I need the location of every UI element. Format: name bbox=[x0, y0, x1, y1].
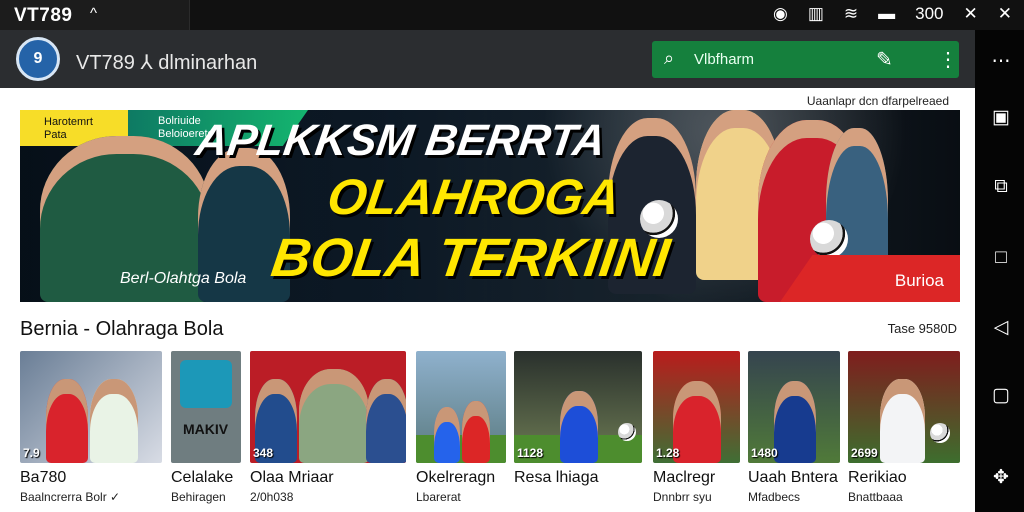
news-card[interactable]: 1.28 Maclregr Dnnbrr syu bbox=[653, 351, 743, 512]
card-number: 7.9 bbox=[23, 446, 40, 460]
news-card[interactable]: 7.9 Ba780 Baalncrerra Bolr ✓ bbox=[20, 351, 165, 512]
card-thumbnail[interactable]: 2699 bbox=[848, 351, 960, 463]
hero-headline-2: OLAHROGA bbox=[324, 169, 624, 225]
barcode-icon[interactable]: ▥ bbox=[808, 4, 824, 24]
card-thumbnail[interactable]: MAKIV bbox=[171, 351, 241, 463]
battery-value: 300 bbox=[915, 4, 944, 23]
status-icons: ◉ ▥ ≋ ▬ 300 ✕ ✕ bbox=[773, 4, 1012, 24]
card-subtitle: Baalncrerra Bolr ✓ bbox=[20, 490, 121, 504]
move-icon[interactable]: ✥ bbox=[989, 466, 1013, 490]
window-title: VT789 bbox=[14, 5, 73, 26]
active-window-tab[interactable]: VT789 ^ bbox=[0, 0, 190, 30]
card-thumbnail[interactable] bbox=[416, 351, 506, 463]
chevron-up-icon[interactable]: ^ bbox=[90, 5, 97, 22]
system-status-bar: VT789 ^ ◉ ▥ ≋ ▬ 300 ✕ ✕ bbox=[0, 0, 1024, 30]
main-content: Uaanlapr dcn dfarpelreaed Harotemrt Pata… bbox=[0, 88, 975, 512]
wifi-icon[interactable]: ≋ bbox=[844, 4, 858, 24]
card-subtitle: Bnattbaaa bbox=[848, 490, 903, 504]
card-title: Maclregr bbox=[653, 469, 716, 486]
search-input[interactable] bbox=[694, 47, 874, 71]
pencil-icon[interactable]: ✎ bbox=[876, 47, 893, 72]
card-subtitle: Lbarerat bbox=[416, 490, 461, 504]
square-icon[interactable]: □ bbox=[989, 246, 1013, 270]
card-thumbnail[interactable]: 1480 bbox=[748, 351, 840, 463]
card-number: 1480 bbox=[751, 446, 778, 460]
card-label: MAKIV bbox=[183, 421, 229, 437]
device-navigation-rail: ⋯ ▣ ⧉ □ ◁ ▢ ✥ bbox=[975, 30, 1024, 512]
news-card[interactable]: MAKIV Celalake Behiragen bbox=[171, 351, 246, 512]
card-subtitle: Behiragen bbox=[171, 490, 226, 504]
news-card[interactable]: 1128 Resa lhiaga bbox=[514, 351, 645, 512]
card-number: 1.28 bbox=[656, 446, 680, 460]
app-logo: 9 bbox=[16, 37, 60, 81]
player-image bbox=[299, 369, 369, 463]
section-title: Bernia - Olahraga Bola bbox=[20, 318, 224, 340]
news-card[interactable]: 1480 Uaah Bntera Mfadbecs bbox=[748, 351, 843, 512]
hero-headline-1: APLKKSM BERRTA bbox=[192, 116, 609, 165]
card-thumbnail[interactable]: 1.28 bbox=[653, 351, 740, 463]
app-title: VT789 ⅄ dlminarhan bbox=[76, 52, 258, 74]
card-number: 348 bbox=[253, 446, 274, 460]
more-options-icon[interactable]: ⋮ bbox=[938, 47, 958, 72]
screen-capture-icon[interactable]: ▣ bbox=[989, 106, 1013, 130]
app-header: 9 VT789 ⅄ dlminarhan ⌕ ✎ ⋮ bbox=[0, 30, 975, 88]
minus-icon[interactable]: ▬ bbox=[878, 4, 895, 24]
news-card[interactable]: 2699 Rerikiao Bnattbaaa bbox=[848, 351, 962, 512]
search-icon[interactable]: ⌕ bbox=[664, 48, 674, 69]
player-image bbox=[462, 401, 490, 463]
card-thumbnail[interactable]: 348 bbox=[250, 351, 406, 463]
ball-icon bbox=[810, 220, 848, 258]
hero-banner[interactable]: Harotemrt Pata Bolriuide Beloioeretoa AP… bbox=[20, 110, 960, 302]
back-icon[interactable]: ◁ bbox=[989, 316, 1013, 340]
player-image bbox=[774, 381, 816, 463]
card-title: Ba780 bbox=[20, 469, 67, 486]
hero-headline-3: BOLA TERKIINI bbox=[267, 228, 674, 288]
top-note: Uaanlapr dcn dfarpelreaed bbox=[806, 94, 949, 108]
search-bar[interactable]: ⌕ ✎ ⋮ bbox=[652, 41, 959, 78]
card-title: Olaa Mriaar bbox=[250, 469, 334, 486]
news-card[interactable]: Okelreragn Lbarerat bbox=[416, 351, 510, 512]
field-image bbox=[416, 435, 506, 463]
close-icon[interactable]: ✕ bbox=[998, 4, 1012, 24]
card-title: Resa lhiaga bbox=[514, 469, 599, 486]
card-number: 2699 bbox=[851, 446, 878, 460]
player-image bbox=[46, 379, 88, 463]
rotate-icon[interactable]: ⧉ bbox=[989, 175, 1013, 199]
player-image bbox=[366, 379, 406, 463]
close-icon[interactable]: ✕ bbox=[964, 4, 978, 24]
player-image bbox=[434, 407, 460, 463]
card-thumbnail[interactable]: 1128 bbox=[514, 351, 642, 463]
player-image bbox=[673, 381, 721, 463]
card-subtitle: Mfadbecs bbox=[748, 490, 801, 504]
card-thumbnail[interactable]: 7.9 bbox=[20, 351, 162, 463]
home-icon[interactable]: ▢ bbox=[989, 384, 1013, 408]
section-side-label: Tase 9580D bbox=[887, 321, 957, 336]
hero-tab-left-line1: Harotemrt bbox=[44, 116, 93, 128]
record-icon[interactable]: ◉ bbox=[773, 4, 788, 24]
card-title: Rerikiao bbox=[848, 469, 907, 486]
ball-icon bbox=[930, 423, 950, 443]
card-title: Okelreragn bbox=[416, 469, 496, 486]
player-image bbox=[880, 379, 925, 463]
card-title: Celalake bbox=[171, 469, 234, 486]
card-title: Uaah Bntera bbox=[748, 469, 838, 486]
player-image bbox=[560, 391, 598, 463]
more-icon[interactable]: ⋯ bbox=[989, 50, 1013, 74]
app-logo-icon bbox=[180, 360, 232, 408]
news-card[interactable]: 348 Olaa Mriaar 2/0h038 bbox=[250, 351, 410, 512]
player-image bbox=[90, 379, 138, 463]
ball-icon bbox=[618, 423, 636, 441]
card-subtitle: Dnnbrr syu bbox=[653, 490, 712, 504]
hero-caption: Berl-Olahtga Bola bbox=[120, 270, 247, 287]
card-number: 1128 bbox=[517, 446, 544, 460]
sports-card-row: 7.9 Ba780 Baalncrerra Bolr ✓ MAKIV Celal… bbox=[20, 351, 962, 512]
card-subtitle: 2/0h038 bbox=[250, 490, 294, 504]
